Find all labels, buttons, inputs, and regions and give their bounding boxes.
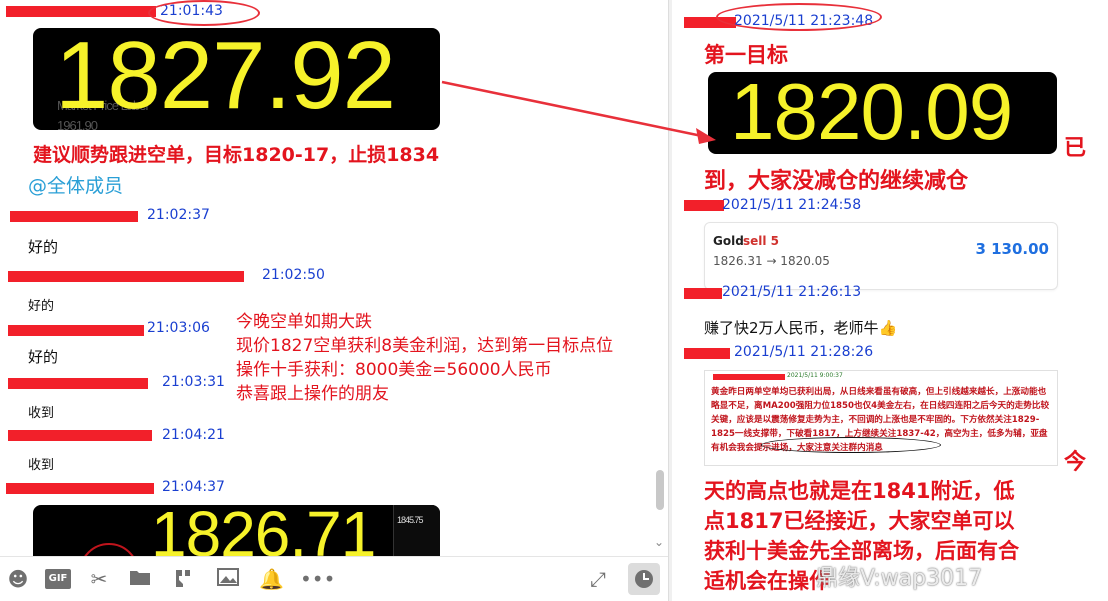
red-arrow xyxy=(441,80,716,144)
